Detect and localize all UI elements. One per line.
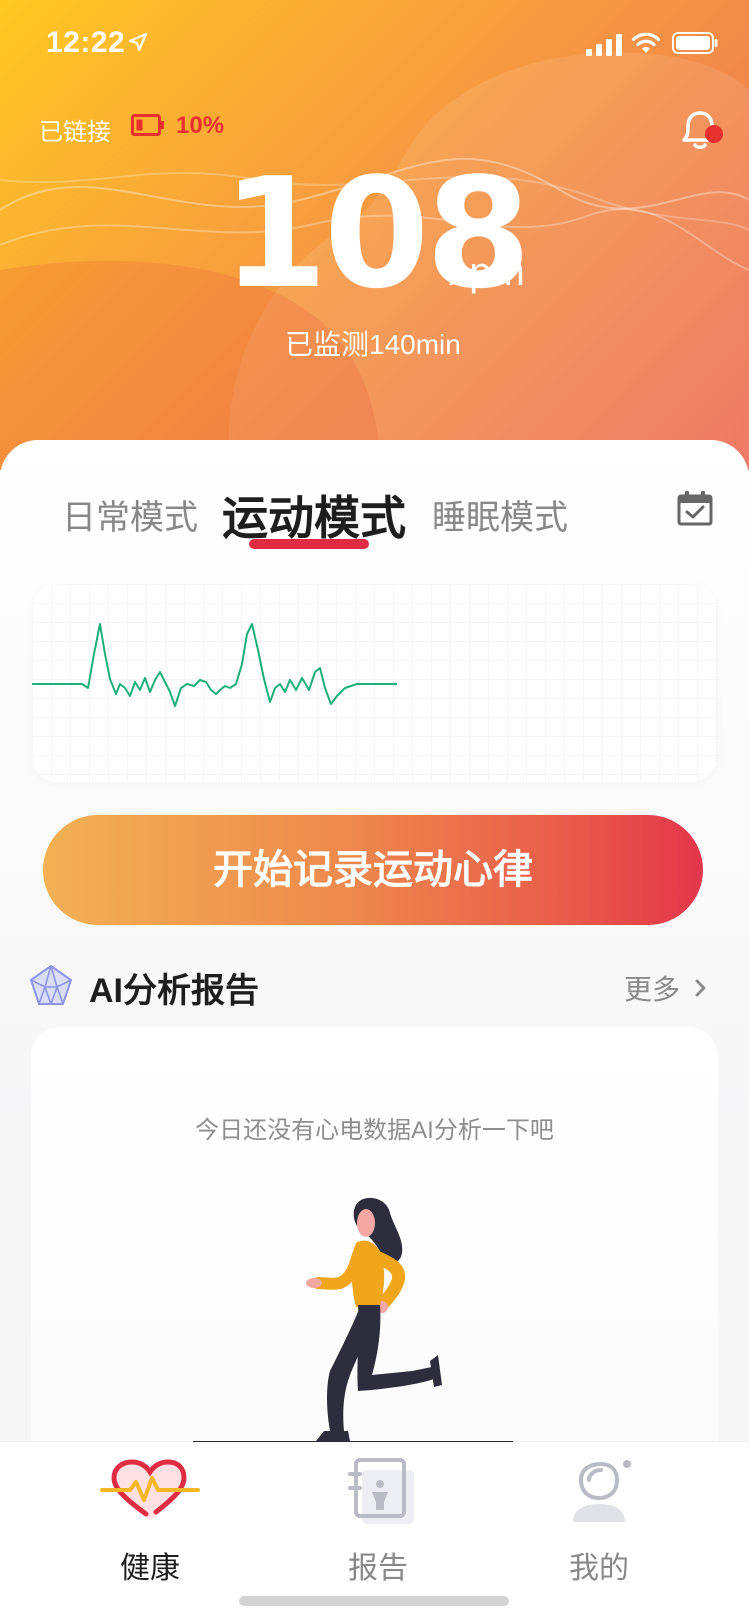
user-icon xyxy=(573,1460,631,1522)
ai-empty-message: 今日还没有心电数据AI分析一下吧 xyxy=(195,1117,554,1144)
tab-health-label[interactable]: 健康 xyxy=(70,1543,230,1587)
tab-health[interactable] xyxy=(70,1456,230,1531)
low-battery-icon xyxy=(131,114,164,136)
status-bar: 12:22 xyxy=(0,0,749,90)
active-tab-indicator xyxy=(249,539,369,549)
notification-bell-icon[interactable] xyxy=(676,106,724,154)
battery-percent: 10% xyxy=(176,112,225,139)
wifi-icon xyxy=(631,32,661,53)
cellular-signal-icon xyxy=(586,34,622,56)
home-indicator xyxy=(239,1596,509,1606)
status-time: 12:22 xyxy=(46,26,126,59)
tab-mine[interactable] xyxy=(519,1456,679,1531)
chevron-right-icon[interactable] xyxy=(694,979,706,997)
ecg-waveform xyxy=(32,584,717,782)
ai-diamond-icon xyxy=(30,965,72,1005)
connection-status: 已链接 xyxy=(39,119,111,146)
heart-pulse-icon xyxy=(100,1459,200,1520)
battery-icon xyxy=(672,32,718,54)
report-icon xyxy=(348,1458,414,1524)
running-woman-illustration xyxy=(193,1197,513,1443)
location-arrow-icon xyxy=(128,32,148,52)
calendar-check-icon[interactable] xyxy=(677,490,713,526)
start-recording-button[interactable]: 开始记录运动心律 xyxy=(43,815,703,925)
more-link[interactable]: 更多 xyxy=(624,968,680,1008)
tab-sleep-mode[interactable]: 睡眠模式 xyxy=(432,490,568,539)
ecg-chart xyxy=(32,584,717,782)
monitored-duration: 已监测140min xyxy=(285,329,461,360)
tab-daily-mode[interactable]: 日常模式 xyxy=(62,490,198,539)
tab-report-label[interactable]: 报告 xyxy=(298,1543,458,1587)
tab-mine-label[interactable]: 我的 xyxy=(519,1543,679,1587)
tab-report[interactable] xyxy=(298,1456,458,1531)
heart-rate-unit: bpm xyxy=(447,250,525,294)
ai-report-title: AI分析报告 xyxy=(89,972,259,1010)
